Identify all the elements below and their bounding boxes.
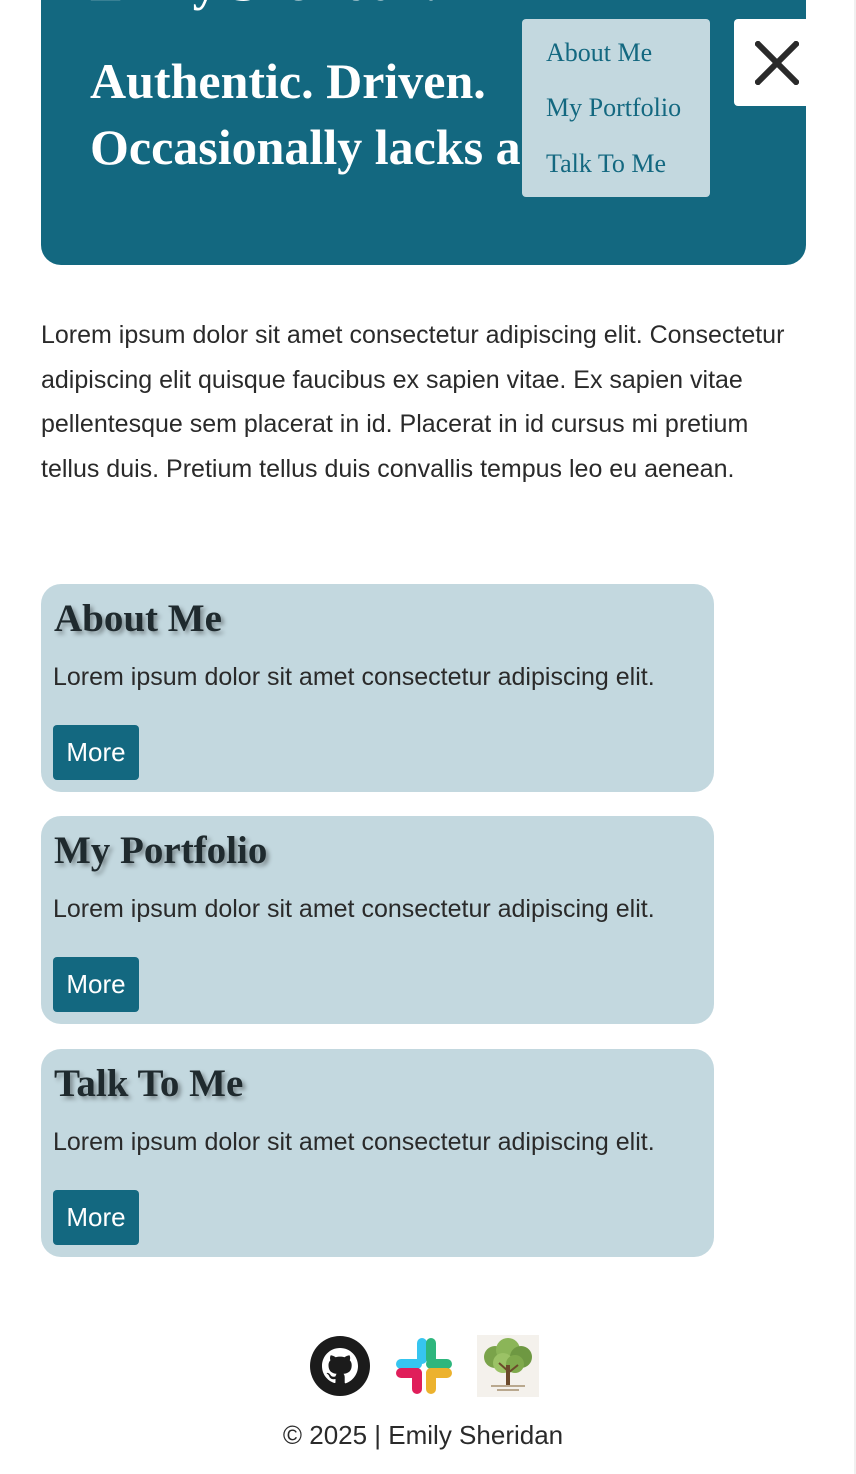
slack-icon[interactable]	[393, 1335, 455, 1397]
card-about-me: About Me Lorem ipsum dolor sit amet cons…	[41, 584, 714, 792]
hero-tagline-1: Authentic. Driven.	[90, 53, 486, 109]
menu-item-about-me[interactable]: About Me	[546, 38, 652, 68]
card-title: Talk To Me	[54, 1062, 244, 1105]
talk-to-me-more-button[interactable]: More	[53, 1190, 139, 1245]
tree-logo-icon[interactable]	[477, 1335, 539, 1397]
about-me-more-button[interactable]: More	[53, 725, 139, 780]
intro-paragraph: Lorem ipsum dolor sit amet consectetur a…	[41, 321, 785, 484]
close-icon	[755, 41, 799, 85]
footer-copyright: © 2025 | Emily Sheridan	[282, 1420, 564, 1450]
github-icon[interactable]	[309, 1335, 371, 1397]
my-portfolio-more-button[interactable]: More	[53, 957, 139, 1012]
card-text: Lorem ipsum dolor sit amet consectetur a…	[53, 663, 655, 691]
close-menu-button[interactable]	[734, 19, 806, 106]
nav-dropdown-menu: About Me My Portfolio Talk To Me	[522, 19, 710, 197]
card-text: Lorem ipsum dolor sit amet consectetur a…	[53, 895, 655, 923]
card-title: About Me	[54, 597, 222, 640]
menu-item-my-portfolio[interactable]: My Portfolio	[546, 93, 681, 123]
hero-name: Emily Sheridan.	[90, 0, 437, 16]
card-title: My Portfolio	[54, 829, 268, 872]
card-text: Lorem ipsum dolor sit amet consectetur a…	[53, 1128, 655, 1156]
card-my-portfolio: My Portfolio Lorem ipsum dolor sit amet …	[41, 816, 714, 1024]
card-talk-to-me: Talk To Me Lorem ipsum dolor sit amet co…	[41, 1049, 714, 1257]
menu-item-talk-to-me[interactable]: Talk To Me	[546, 149, 666, 179]
